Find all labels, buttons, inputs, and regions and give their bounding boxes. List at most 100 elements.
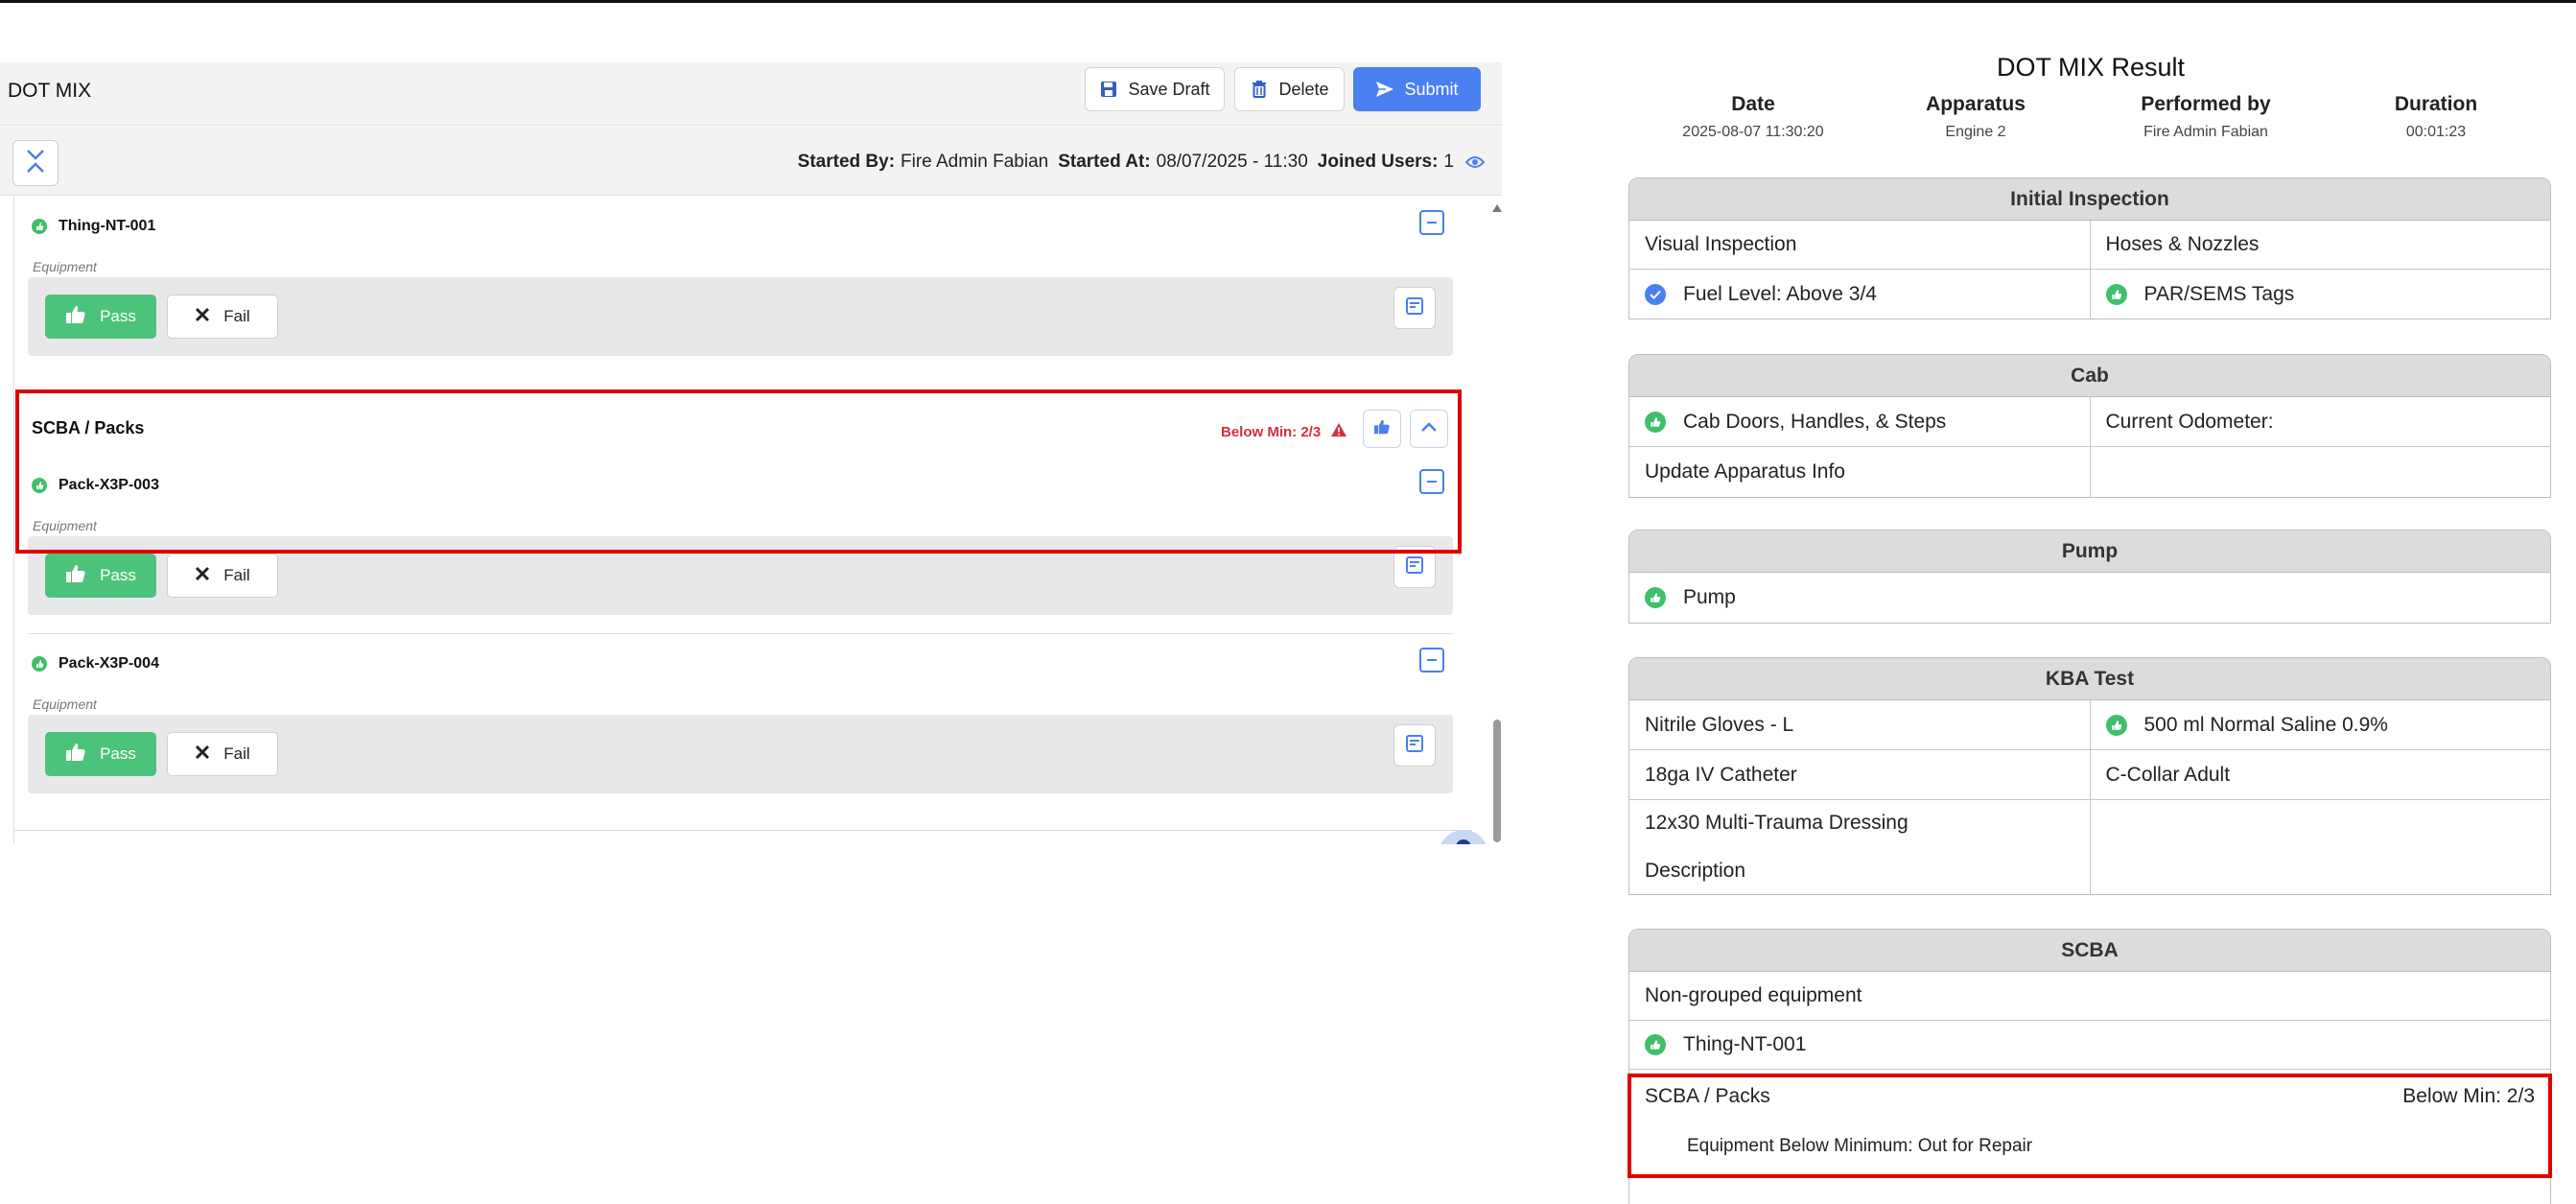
started-at-label: Started At: (1058, 152, 1151, 172)
collapse-item-button[interactable] (1419, 210, 1444, 235)
result-text: 12x30 Multi-Trauma Dressing (1645, 812, 1909, 834)
result-row: Nitrile Gloves - L 500 ml Normal Saline … (1629, 700, 2550, 750)
result-text: Pump (1683, 586, 1736, 608)
equipment-item: Thing-NT-001 (32, 218, 155, 235)
section-title: Pump (1629, 531, 2550, 573)
pass-fail-box: Pass Fail (28, 715, 1453, 793)
equipment-name: Thing-NT-001 (59, 218, 156, 234)
result-cell: Thing-NT-001 (1629, 1021, 2550, 1069)
fail-button[interactable]: Fail (167, 554, 278, 598)
equipment-tag: Equipment (33, 259, 97, 274)
pass-label: Pass (100, 744, 136, 763)
result-cell: C-Collar Adult (2089, 750, 2551, 799)
section-title: Initial Inspection (1629, 178, 2550, 221)
divider (14, 830, 1472, 831)
thumbs-up-icon (1645, 1034, 1666, 1055)
pass-button[interactable]: Pass (45, 732, 156, 776)
thumbs-up-icon (2105, 714, 2127, 736)
minus-icon (1427, 222, 1437, 224)
user-icon (1456, 839, 1471, 844)
meta-date: Date 2025-08-07 11:30:20 (1648, 93, 1859, 141)
result-cell: Hoses & Nozzles (2089, 221, 2551, 269)
result-cell: Visual Inspection (1629, 221, 2090, 269)
result-text: Hoses & Nozzles (2105, 233, 2260, 255)
checklist-header: DOT MIX Save Draft Delete Submit (0, 62, 1502, 126)
fail-label: Fail (223, 744, 250, 763)
meta-value: 00:01:23 (2405, 124, 2467, 140)
fail-button[interactable]: Fail (167, 295, 278, 339)
add-note-button[interactable] (1393, 287, 1436, 329)
pass-status-icon (32, 656, 47, 672)
section-pump: Pump Pump (1628, 530, 2551, 624)
section-initial-inspection: Initial Inspection Visual Inspection Hos… (1628, 177, 2551, 319)
pass-fail-box: Pass Fail (28, 277, 1453, 356)
result-text: PAR/SEMS Tags (2143, 282, 2295, 305)
result-row: Update Apparatus Info (1629, 447, 2550, 497)
pass-button[interactable]: Pass (45, 554, 156, 598)
delete-label: Delete (1278, 79, 1329, 99)
x-icon (195, 566, 210, 586)
thumbs-up-icon (65, 564, 86, 588)
pass-button[interactable]: Pass (45, 295, 156, 339)
fail-button[interactable]: Fail (167, 732, 278, 776)
result-row: Cab Doors, Handles, & Steps Current Odom… (1629, 397, 2550, 447)
collapse-icon (24, 148, 47, 179)
submit-button[interactable]: Submit (1353, 67, 1481, 111)
top-border (0, 0, 2576, 3)
meta-value: Engine 2 (1945, 124, 2006, 140)
result-row: Pump (1629, 573, 2550, 623)
section-cab: Cab Cab Doors, Handles, & Steps Current … (1628, 354, 2551, 498)
x-icon (195, 307, 210, 327)
result-row: 12x30 Multi-Trauma Dressing Description (1629, 800, 2550, 894)
add-note-button[interactable] (1393, 724, 1436, 767)
result-row: 18ga IV Catheter C-Collar Adult (1629, 750, 2550, 800)
result-cell: Current Odometer: (2089, 397, 2551, 446)
thumbs-up-icon (2105, 283, 2127, 305)
pass-label: Pass (100, 307, 136, 325)
result-description: Description (1645, 860, 1746, 882)
meta-label: Apparatus (1926, 93, 2026, 115)
note-icon (1405, 296, 1424, 320)
result-text: Current Odometer: (2105, 410, 2274, 433)
thumbs-up-icon (1645, 411, 1666, 433)
note-icon (1405, 734, 1424, 758)
meta-label: Duration (2394, 93, 2478, 115)
result-title: DOT MIX Result (1996, 53, 2186, 82)
result-row: Fuel Level: Above 3/4 PAR/SEMS Tags (1629, 270, 2550, 319)
result-cell: 500 ml Normal Saline 0.9% (2089, 700, 2551, 749)
result-cell: Pump (1629, 573, 2550, 623)
session-info: Started By: Fire Admin Fabian Started At… (798, 152, 1485, 173)
joined-users-label: Joined Users: (1317, 152, 1439, 172)
started-by-label: Started By: (797, 152, 896, 172)
fail-label: Fail (223, 566, 250, 584)
result-cell: Nitrile Gloves - L (1629, 700, 2090, 749)
pass-label: Pass (100, 566, 136, 584)
collapse-item-button[interactable] (1419, 648, 1444, 673)
scrollbar-thumb[interactable] (1493, 720, 1501, 842)
result-cell: Fuel Level: Above 3/4 (1629, 270, 2090, 319)
meta-label: Performed by (2141, 93, 2271, 115)
check-circle-icon (1645, 283, 1666, 305)
result-text: Cab Doors, Handles, & Steps (1683, 410, 1947, 433)
result-text: Thing-NT-001 (1683, 1033, 1807, 1055)
meta-label: Date (1731, 93, 1775, 115)
scroll-up-arrow[interactable] (1492, 204, 1502, 212)
collapse-all-button[interactable] (12, 140, 59, 186)
submit-label: Submit (1404, 79, 1459, 99)
send-icon (1375, 80, 1394, 99)
result-cell: PAR/SEMS Tags (2089, 270, 2551, 319)
meta-value: 2025-08-07 11:30:20 (1682, 124, 1824, 140)
joined-users-count: 1 (1443, 152, 1454, 172)
note-icon (1405, 555, 1424, 579)
page-title: DOT MIX (8, 80, 92, 102)
equipment-item: Pack-X3P-004 (32, 655, 159, 673)
delete-button[interactable]: Delete (1234, 67, 1345, 111)
result-panel: DOT MIX Result Date 2025-08-07 11:30:20 … (1611, 53, 2552, 1204)
highlight-frame (1628, 1074, 2552, 1178)
result-row: Visual Inspection Hoses & Nozzles (1629, 221, 2550, 270)
save-draft-button[interactable]: Save Draft (1085, 67, 1225, 111)
minus-icon (1427, 659, 1437, 661)
thumbs-up-icon (1645, 587, 1666, 608)
pass-status-icon (32, 219, 47, 234)
eye-icon[interactable] (1465, 155, 1485, 169)
